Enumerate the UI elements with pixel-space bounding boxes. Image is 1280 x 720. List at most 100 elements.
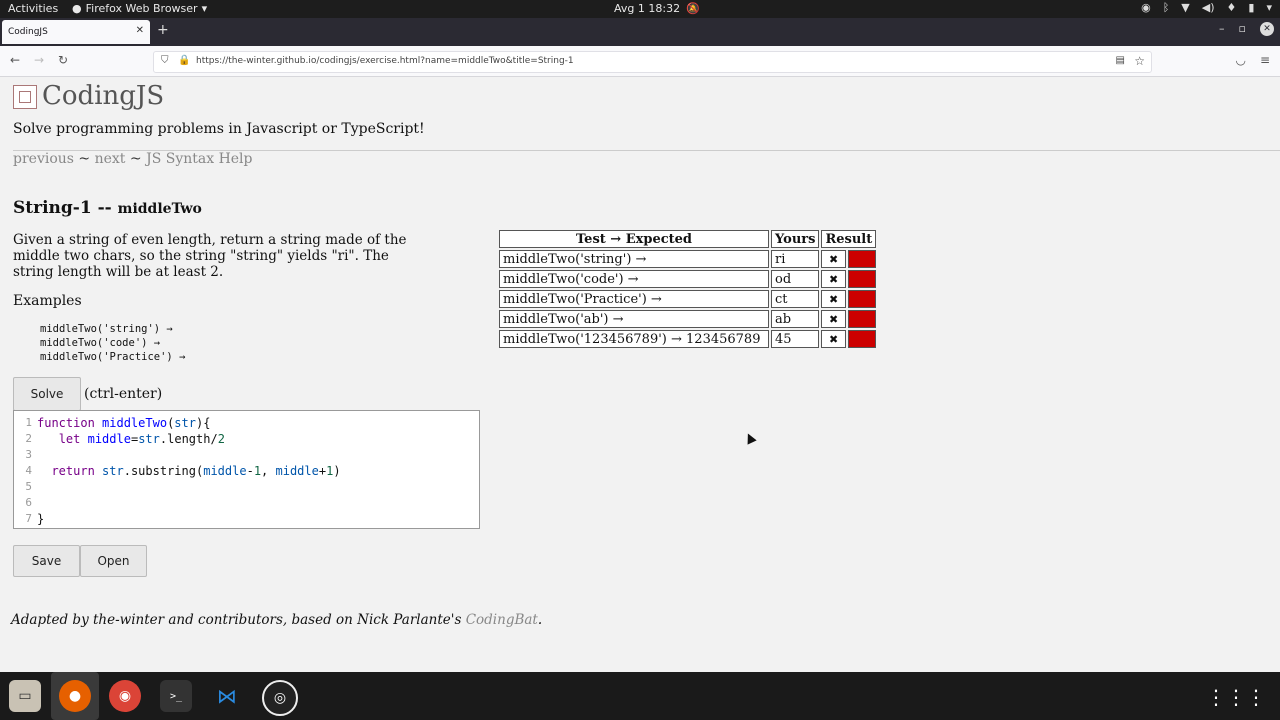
app-grid-icon[interactable]: ⋮⋮⋮	[1206, 685, 1266, 709]
test-cell: middleTwo('ab') →	[499, 310, 769, 328]
terminal-icon[interactable]: >_	[160, 680, 192, 712]
line-number: 2	[25, 432, 32, 445]
bookmark-star-icon[interactable]: ☆	[1134, 54, 1145, 68]
vscode-icon[interactable]: ⋈	[211, 680, 243, 712]
forward-icon[interactable]: →	[34, 53, 44, 67]
solve-shortcut-hint: (ctrl-enter)	[84, 386, 163, 402]
url-bar[interactable]: ⛉ 🔒 https://the-winter.github.io/codingj…	[153, 51, 1152, 73]
clock[interactable]: Avg 1 18:32 🔕	[614, 2, 700, 15]
test-cell: middleTwo('code') →	[499, 270, 769, 288]
site-tagline: Solve programming problems in Javascript…	[13, 121, 425, 137]
nav-separator: ~	[129, 151, 142, 167]
codingjs-logo-icon	[13, 85, 37, 109]
fail-indicator	[847, 290, 877, 308]
back-icon[interactable]: ←	[10, 53, 20, 67]
footer-end: .	[537, 612, 543, 628]
syntax-help-link[interactable]: JS Syntax Help	[146, 151, 252, 167]
url-path: /codingjs/exercise.html?name=middleTwo&t…	[316, 56, 574, 66]
example-item: middleTwo('string') →	[40, 323, 173, 335]
power-menu-icon: ▾	[1266, 1, 1272, 14]
firefox-icon[interactable]: ●	[59, 680, 91, 712]
app-menu[interactable]: ● Firefox Web Browser ▾	[72, 2, 207, 15]
yours-cell: ct	[771, 290, 820, 308]
url-host: https://the-winter.github.io	[196, 56, 317, 66]
line-number: 6	[25, 496, 32, 509]
pocket-icon[interactable]: ◡	[1235, 53, 1245, 67]
exercise-name: middleTwo	[117, 201, 202, 217]
files-icon[interactable]: ▭	[9, 680, 41, 712]
test-cell: middleTwo('string') →	[499, 250, 769, 268]
url-text[interactable]: https://the-winter.github.io/codingjs/ex…	[196, 56, 574, 66]
solve-button[interactable]: Solve	[13, 377, 81, 411]
line-number: 3	[25, 448, 32, 461]
table-row: middleTwo('123456789') → 123456789 45 ✖	[499, 330, 877, 348]
shield-icon[interactable]: ⛉	[161, 55, 169, 66]
bluetooth-icon: ᛒ	[1162, 1, 1170, 14]
exercise-category: String-1 --	[13, 198, 112, 218]
system-top-bar: Activities ● Firefox Web Browser ▾ Avg 1…	[0, 0, 1280, 18]
example-item: middleTwo('code') →	[40, 337, 161, 349]
fail-mark-icon: ✖	[821, 250, 846, 268]
fail-indicator	[847, 330, 877, 348]
yours-cell: ri	[771, 250, 820, 268]
previous-link[interactable]: previous	[13, 151, 74, 167]
bell-off-icon: 🔕	[686, 2, 700, 15]
fail-mark-icon: ✖	[821, 290, 846, 308]
close-window-icon[interactable]: ✕	[1260, 22, 1274, 36]
page-content: CodingJS Solve programming problems in J…	[0, 77, 1280, 672]
column-header: Test → Expected	[499, 230, 769, 248]
code-editor[interactable]: 1 2 3 4 5 6 7 function middleTwo(str){ l…	[13, 410, 480, 529]
system-tray[interactable]: ◉ ᛒ ▼ ◀) ♦ ▮ ▾	[1141, 1, 1272, 14]
chrome-icon[interactable]: ◉	[109, 680, 141, 712]
fail-mark-icon: ✖	[821, 270, 846, 288]
line-number: 5	[25, 480, 32, 493]
activities-button[interactable]: Activities	[8, 2, 58, 15]
example-item: middleTwo('Practice') →	[40, 351, 186, 363]
chevron-down-icon: ▾	[201, 2, 208, 15]
save-button[interactable]: Save	[13, 545, 80, 577]
obs-icon[interactable]: ◎	[262, 680, 298, 716]
table-row: middleTwo('string') → ri ✖	[499, 250, 877, 268]
reload-icon[interactable]: ↻	[58, 53, 68, 67]
footer-text: Adapted by the-winter and contributors, …	[11, 612, 466, 628]
examples-list: middleTwo('string') → middleTwo('code') …	[40, 322, 185, 364]
close-tab-icon[interactable]: ✕	[136, 25, 144, 36]
lock-icon[interactable]: 🔒	[178, 55, 190, 66]
exercise-description: Given a string of even length, return a …	[13, 232, 407, 280]
tab-codingjs[interactable]: CodingJS ✕	[2, 20, 150, 44]
results-table: Test → Expected Yours Result middleTwo('…	[497, 228, 878, 350]
next-link[interactable]: next	[95, 151, 126, 167]
fail-indicator	[847, 270, 877, 288]
examples-label: Examples	[13, 293, 82, 309]
hamburger-menu-icon[interactable]: ≡	[1260, 53, 1270, 67]
exercise-nav: previous ~ next ~ JS Syntax Help	[13, 151, 253, 167]
site-title: CodingJS	[42, 81, 165, 111]
table-row: middleTwo('Practice') → ct ✖	[499, 290, 877, 308]
table-row: middleTwo('ab') → ab ✖	[499, 310, 877, 328]
yours-cell: od	[771, 270, 820, 288]
codingbat-link[interactable]: CodingBat	[466, 612, 538, 628]
wifi-icon: ▼	[1181, 1, 1190, 14]
battery-icon: ▮	[1248, 1, 1255, 14]
reader-view-icon[interactable]: ▤	[1116, 55, 1125, 66]
line-number: 1	[25, 416, 32, 429]
minimize-icon[interactable]: –	[1219, 22, 1225, 36]
yours-cell: ab	[771, 310, 820, 328]
fail-indicator	[847, 310, 877, 328]
code-text[interactable]: function middleTwo(str){ let middle=str.…	[37, 415, 341, 527]
fail-indicator	[847, 250, 877, 268]
fail-mark-icon: ✖	[821, 310, 846, 328]
volume-icon: ◀)	[1201, 1, 1215, 14]
footer-credit: Adapted by the-winter and contributors, …	[11, 612, 542, 628]
new-tab-icon[interactable]: +	[157, 22, 169, 38]
test-cell: middleTwo('123456789') → 123456789	[499, 330, 769, 348]
column-header: Yours	[771, 230, 820, 248]
maximize-icon[interactable]: ▫	[1239, 22, 1246, 36]
app-menu-label: Firefox Web Browser	[85, 2, 198, 15]
clock-label: Avg 1 18:32	[614, 2, 681, 15]
test-cell: middleTwo('Practice') →	[499, 290, 769, 308]
open-button[interactable]: Open	[80, 545, 147, 577]
window-controls: – ▫ ✕	[1219, 22, 1274, 36]
exercise-heading: String-1 -- middleTwo	[13, 198, 202, 218]
line-number: 7	[25, 512, 32, 525]
